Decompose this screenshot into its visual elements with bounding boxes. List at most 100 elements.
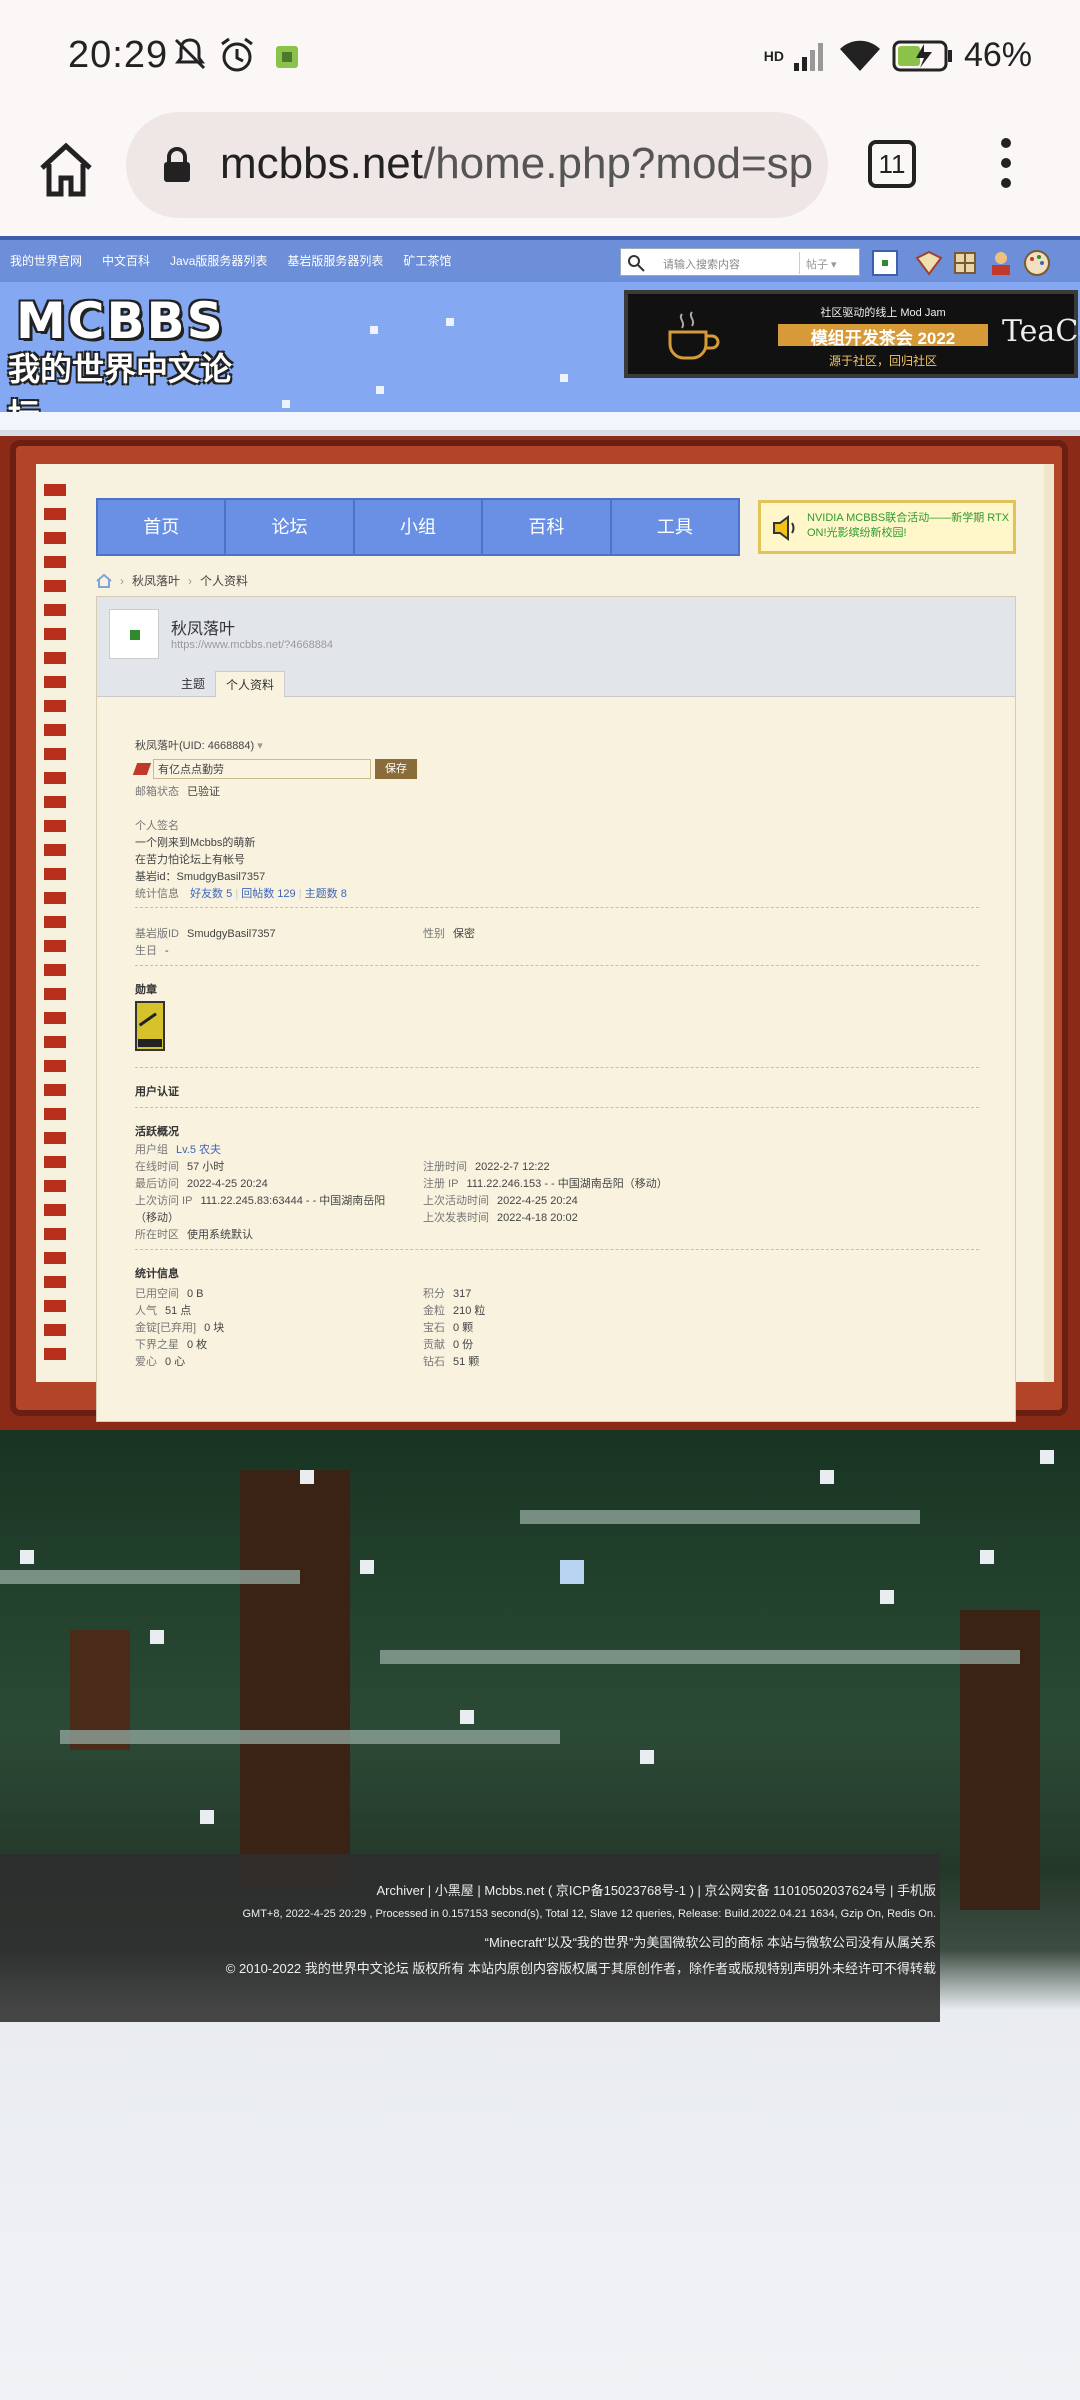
last-ip-label: 上次访问 IP (135, 1195, 193, 1207)
friends-count[interactable]: 好友数 5 (190, 888, 232, 900)
save-button[interactable]: 保存 (375, 759, 417, 779)
tab-threads[interactable]: 主题 (171, 671, 215, 698)
nether-label: 下界之星 (135, 1339, 179, 1351)
status-editor: 保存 (132, 759, 417, 779)
breadcrumb-user[interactable]: 秋凤落叶 (132, 572, 180, 589)
ad-line-3: 源于社区，回归社区 (828, 354, 937, 368)
breadcrumb-current: 个人资料 (200, 574, 249, 588)
site-viewport: 我的世界官网 中文百科 Java版服务器列表 基岩版服务器列表 矿工茶馆 请输入… (0, 236, 1080, 2400)
logo-subtitle: 我的世界中文论坛 (8, 350, 233, 412)
bedrock-value: SmudgyBasil7357 (187, 928, 276, 940)
online-value: 57 小时 (187, 1161, 225, 1173)
last-ip-value-cont: （移动） (135, 1212, 179, 1224)
group-value[interactable]: Lv.5 农夫 (176, 1144, 221, 1156)
search-icon (628, 255, 645, 272)
gender-value: 保密 (453, 928, 475, 940)
diamond-label: 钻石 (423, 1356, 445, 1368)
last-active-label: 上次活动时间 (423, 1195, 489, 1207)
status-input[interactable] (153, 759, 371, 779)
site-footer: Archiver | 小黑屋 | Mcbbs.net ( 京ICP备150237… (0, 1854, 940, 2022)
gem-value: 0 颗 (453, 1322, 474, 1334)
logo-text: MCBBS (16, 292, 225, 350)
gold-label: 金粒 (423, 1305, 445, 1317)
tab-switcher-button[interactable]: 11 (868, 140, 916, 188)
event-notice[interactable]: NVIDIA MCBBS联合活动——新学期 RTX ON!光影缤纷新校园! (758, 500, 1016, 554)
profile-url[interactable]: https://www.mcbbs.net/?4668884 (171, 639, 333, 651)
search-type-select[interactable]: 帖子 ▾ (799, 252, 859, 274)
notice-text: NVIDIA MCBBS联合活动——新学期 RTX ON!光影缤纷新校园! (807, 512, 1010, 539)
tab-profile[interactable]: 个人资料 (215, 671, 286, 698)
nav-link-official[interactable]: 我的世界官网 (10, 252, 82, 269)
avatar[interactable] (109, 609, 159, 659)
group-label: 用户组 (135, 1144, 168, 1156)
nav-link-bedrock-servers[interactable]: 基岩版服务器列表 (287, 252, 383, 269)
birthday-label: 生日 (135, 945, 157, 957)
teacon-ad-banner[interactable]: 社区驱动的线上 Mod Jam 模组开发茶会 2022 源于社区，回归社区 Te… (624, 290, 1080, 378)
wifi-icon (839, 40, 880, 71)
medals-title: 勋章 (135, 984, 157, 996)
online-label: 在线时间 (135, 1161, 179, 1173)
nether-value: 0 枚 (187, 1339, 208, 1351)
used-space-label: 已用空间 (135, 1288, 179, 1300)
popularity-value: 51 点 (165, 1305, 192, 1317)
tab-groups[interactable]: 小组 (355, 500, 484, 554)
site-banner: MCBBS 我的世界中文论坛 社区驱动的线上 Mod Jam 模组开发茶会 20… (0, 282, 1080, 412)
url-domain: mcbbs.net (220, 139, 423, 188)
footer-copyright: © 2010-2022 我的世界中文论坛 版权所有 本站内原创内容版权属于其原创… (225, 1961, 936, 1976)
reg-ip-label: 注册 IP (423, 1178, 459, 1190)
replies-count[interactable]: 回帖数 129 (241, 888, 295, 900)
tab-tools[interactable]: 工具 (612, 500, 738, 554)
uid-text: 秋凤落叶(UID: 4668884) (135, 740, 255, 752)
nav-link-wiki[interactable]: 中文百科 (102, 252, 150, 269)
last-visit-value: 2022-4-25 20:24 (187, 1178, 268, 1190)
love-label: 爱心 (135, 1356, 157, 1368)
profile-username[interactable]: 秋凤落叶 (171, 615, 235, 639)
activity-title: 活跃概况 (135, 1126, 179, 1138)
status-time: 20:29 (68, 34, 169, 76)
address-bar[interactable]: mcbbs.net/home.php?mod=sp (126, 112, 828, 218)
last-visit-label: 最后访问 (135, 1178, 179, 1190)
ad-brand: TeaCon (1002, 314, 1080, 349)
crafting-tool-icon[interactable] (950, 248, 980, 278)
user-tool-icon[interactable] (986, 248, 1016, 278)
nav-link-teahouse[interactable]: 矿工茶馆 (403, 252, 451, 269)
pickaxe-medal-icon[interactable] (135, 1001, 165, 1051)
ingot-value: 0 块 (204, 1322, 225, 1334)
home-icon[interactable] (34, 138, 98, 202)
gold-value: 210 粒 (453, 1305, 486, 1317)
palette-tool-icon[interactable] (1022, 248, 1052, 278)
stat-title: 统计信息 (135, 1268, 179, 1280)
search-type-label: 帖子 (806, 259, 828, 271)
breadcrumb-home-icon[interactable] (96, 573, 112, 588)
reg-ip-value: 111.22.246.153 - - 中国湖南岳阳（移动） (466, 1178, 668, 1190)
search-submit-button[interactable] (872, 250, 898, 276)
diamond-value: 51 颗 (453, 1356, 480, 1368)
tab-forum[interactable]: 论坛 (226, 500, 355, 554)
uid-line[interactable]: 秋凤落叶(UID: 4668884) ▾ (135, 737, 263, 753)
mute-bell-icon (174, 38, 206, 70)
profile-header: 秋凤落叶 https://www.mcbbs.net/?4668884 主题 个… (97, 597, 1015, 698)
signature-label: 个人签名 (135, 820, 179, 832)
contrib-label: 贡献 (423, 1339, 445, 1351)
nav-link-java-servers[interactable]: Java版服务器列表 (170, 252, 267, 269)
tz-value: 使用系统默认 (187, 1229, 253, 1241)
tab-wiki[interactable]: 百科 (483, 500, 612, 554)
love-value: 0 心 (165, 1356, 186, 1368)
lock-icon (164, 147, 190, 182)
site-search-box[interactable]: 请输入搜索内容 帖子 ▾ (620, 248, 860, 276)
footer-trademark: “Minecraft”以及“我的世界”为美国微软公司的商标 本站与微软公司没有从… (484, 1935, 936, 1950)
profile-panel: 秋凤落叶 https://www.mcbbs.net/?4668884 主题 个… (96, 596, 1016, 1422)
map-tool-icon[interactable] (914, 248, 944, 278)
reg-time-label: 注册时间 (423, 1161, 467, 1173)
threads-count[interactable]: 主题数 8 (305, 888, 347, 900)
points-label: 积分 (423, 1288, 445, 1300)
tab-home[interactable]: 首页 (98, 500, 227, 554)
url-path: /home.php?mod=sp (422, 139, 814, 188)
birthday-value: - (165, 945, 169, 957)
footer-links[interactable]: Archiver | 小黑屋 | Mcbbs.net ( 京ICP备150237… (377, 1880, 936, 1899)
status-bar: 20:29 HD 46% (0, 0, 1080, 118)
content-page: 首页 论坛 小组 百科 工具 NVIDIA MCBBS联合活动——新学期 RTX… (36, 464, 1054, 1422)
mcbbs-logo[interactable]: MCBBS 我的世界中文论坛 (6, 292, 260, 412)
last-post-value: 2022-4-18 20:02 (497, 1212, 578, 1224)
browser-menu-icon[interactable] (996, 138, 1016, 198)
